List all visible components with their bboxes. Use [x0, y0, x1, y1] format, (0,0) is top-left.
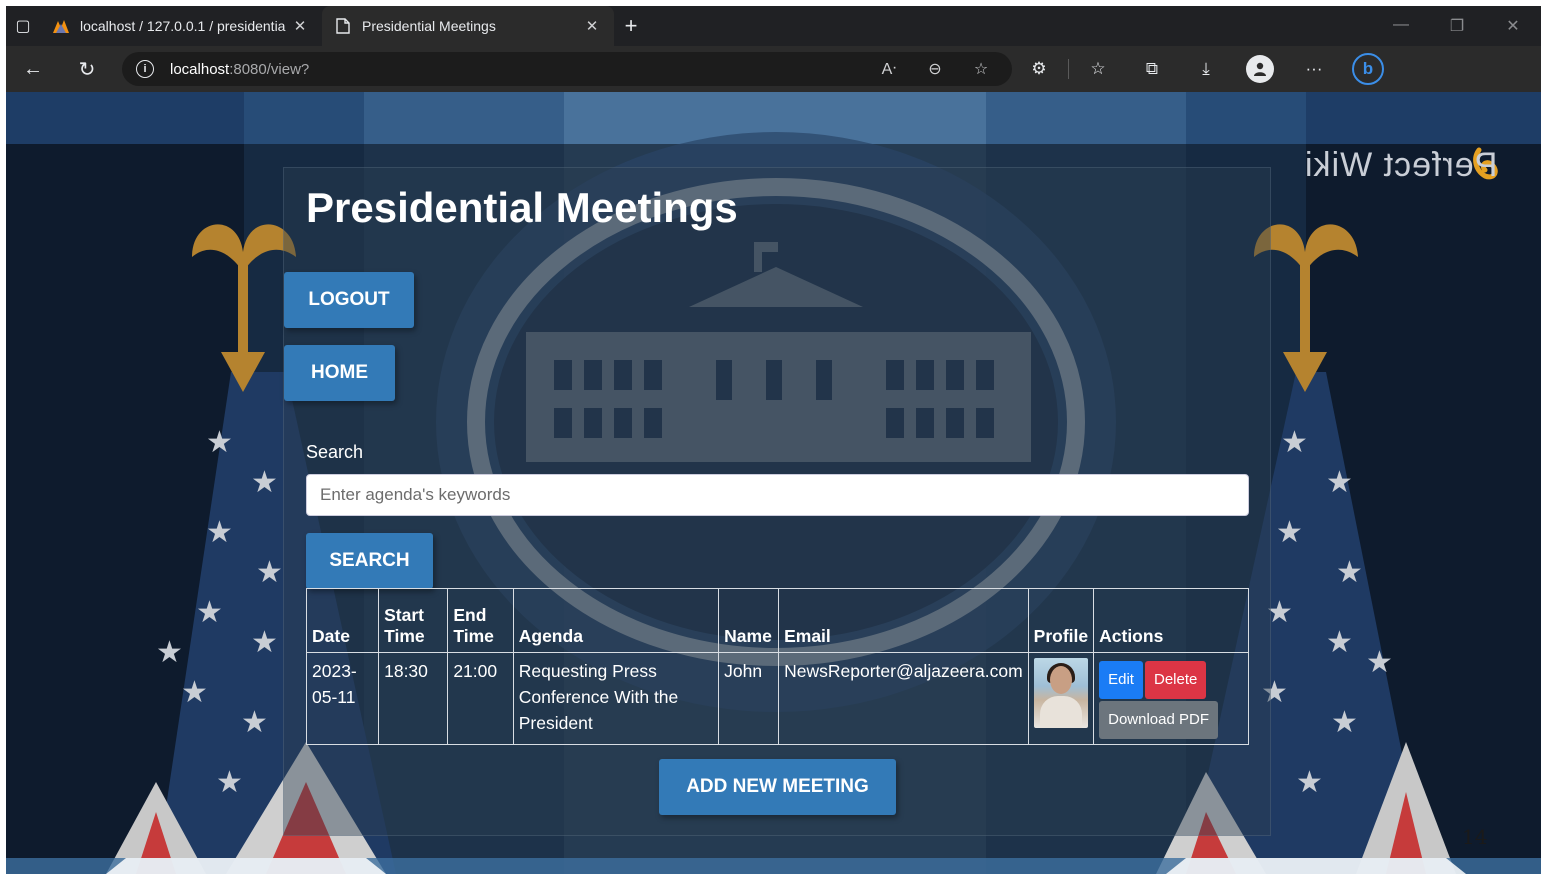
read-aloud-icon[interactable]: Aᐧ	[866, 59, 912, 79]
browser-tab-bar: ▢ localhost / 127.0.0.1 / presidentia ✕ …	[6, 6, 1541, 46]
more-menu-icon[interactable]: ···	[1287, 59, 1341, 79]
restore-icon[interactable]: ❐	[1429, 16, 1485, 36]
zoom-out-icon[interactable]: ⊖	[912, 59, 958, 79]
table-row: 2023-05-11 18:30 21:00 Requesting Press …	[305, 652, 1249, 745]
address-bar[interactable]: i localhost:8080/view? Aᐧ ⊖ ☆	[122, 52, 1012, 86]
header-agenda: Agenda	[512, 588, 720, 653]
page-viewport: ★ ★ ★ ★ ★ ★ ★ ★ ★ ★ ★ ★ ★ ★ ★ ★ ★ ★ ★ ★ Perfect Wiki	[6, 92, 1541, 874]
tab-presidential-meetings[interactable]: Presidential Meetings ✕	[322, 6, 614, 46]
cell-email: NewsReporter@aljazeera.com	[778, 652, 1029, 745]
header-start-time: Start Time	[378, 588, 449, 653]
svg-text:★: ★	[1336, 555, 1363, 590]
window-close-icon[interactable]: ✕	[1485, 16, 1541, 36]
table-header-row: Date Start Time End Time Agenda Name Ema…	[305, 588, 1249, 653]
page-title: Presidential Meetings	[306, 184, 738, 231]
svg-text:★: ★	[206, 425, 233, 460]
watermark-text: Perfect Wiki	[1303, 146, 1497, 184]
cell-profile	[1027, 652, 1095, 745]
svg-text:★: ★	[196, 595, 223, 630]
url-path: :8080/view?	[229, 60, 310, 78]
search-button[interactable]: SEARCH	[306, 533, 433, 589]
cell-name: John	[718, 652, 780, 745]
header-name: Name	[718, 588, 780, 653]
tab-actions-icon[interactable]: ▢	[6, 6, 40, 46]
search-label: Search	[306, 442, 364, 462]
url-host: localhost	[170, 60, 230, 78]
toolbar-separator	[1068, 59, 1069, 79]
header-email: Email	[778, 588, 1029, 653]
tab-title: Presidential Meetings	[362, 18, 496, 34]
cell-end-time: 21:00	[447, 652, 514, 745]
bing-copilot-icon[interactable]: b	[1352, 53, 1384, 85]
extensions-icon[interactable]: ⚙	[1012, 59, 1066, 79]
cell-date: 2023-05-11	[305, 652, 380, 745]
cell-actions: Edit Delete Download PDF	[1093, 652, 1249, 745]
page-number: 14	[1462, 825, 1488, 849]
svg-text:★: ★	[1326, 465, 1353, 500]
tab-phpmyadmin[interactable]: localhost / 127.0.0.1 / presidentia ✕	[40, 6, 322, 46]
site-info-icon[interactable]: i	[136, 60, 154, 78]
delete-button[interactable]: Delete	[1144, 661, 1207, 699]
page-favicon-icon	[334, 17, 352, 35]
cell-start-time: 18:30	[378, 652, 449, 745]
home-button[interactable]: HOME	[284, 345, 395, 401]
new-tab-icon[interactable]: +	[614, 13, 648, 39]
svg-text:★: ★	[251, 625, 278, 660]
svg-text:★: ★	[156, 635, 183, 670]
add-favorite-icon[interactable]: ☆	[958, 59, 1004, 79]
svg-text:★: ★	[241, 705, 268, 740]
tab-close-icon[interactable]: ✕	[582, 17, 602, 35]
collections-icon[interactable]: ⧉	[1125, 59, 1179, 79]
svg-text:★: ★	[1326, 625, 1353, 660]
tab-close-icon[interactable]: ✕	[290, 17, 310, 35]
header-actions: Actions	[1093, 588, 1249, 653]
svg-text:★: ★	[216, 765, 243, 800]
downloads-icon[interactable]: ⤓	[1179, 59, 1233, 79]
header-date: Date	[305, 588, 380, 653]
favorites-icon[interactable]: ☆	[1071, 59, 1125, 79]
svg-text:★: ★	[1366, 645, 1393, 680]
cell-agenda: Requesting Press Conference With the Pre…	[512, 652, 720, 745]
phpmyadmin-favicon-icon	[52, 17, 70, 35]
profile-photo	[1033, 658, 1088, 728]
header-end-time: End Time	[447, 588, 514, 653]
svg-text:★: ★	[1281, 425, 1308, 460]
minimize-icon[interactable]: —	[1373, 16, 1429, 36]
svg-text:★: ★	[1276, 515, 1303, 550]
svg-text:★: ★	[1296, 765, 1323, 800]
meetings-table: Date Start Time End Time Agenda Name Ema…	[305, 588, 1249, 745]
svg-text:★: ★	[1331, 705, 1358, 740]
logout-button[interactable]: LOGOUT	[284, 272, 414, 328]
refresh-icon[interactable]: ↻	[60, 57, 114, 82]
svg-text:★: ★	[251, 465, 278, 500]
svg-text:★: ★	[256, 555, 283, 590]
add-new-meeting-button[interactable]: ADD NEW MEETING	[659, 759, 896, 815]
edit-button[interactable]: Edit	[1099, 661, 1143, 699]
window-controls: — ❐ ✕	[1373, 16, 1541, 36]
header-profile: Profile	[1027, 588, 1095, 653]
download-pdf-button[interactable]: Download PDF	[1099, 701, 1219, 739]
browser-toolbar: ← ↻ i localhost:8080/view? Aᐧ ⊖ ☆ ⚙ ☆ ⧉ …	[6, 46, 1541, 92]
svg-text:★: ★	[206, 515, 233, 550]
svg-text:★: ★	[181, 675, 208, 710]
back-icon[interactable]: ←	[6, 58, 60, 81]
profile-avatar-icon[interactable]	[1246, 55, 1274, 83]
search-input[interactable]	[306, 474, 1249, 516]
tab-title: localhost / 127.0.0.1 / presidentia	[80, 18, 286, 34]
